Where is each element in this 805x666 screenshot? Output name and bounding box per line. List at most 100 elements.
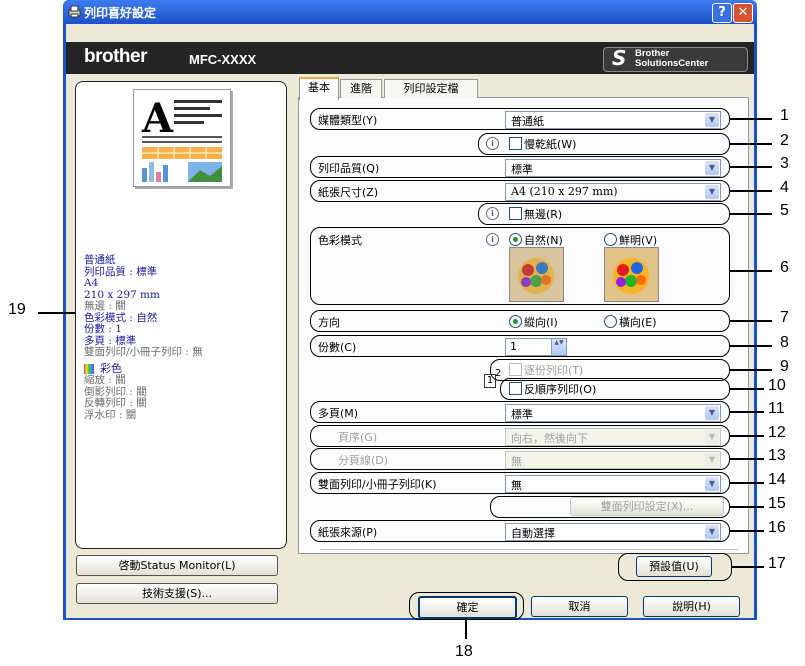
media-type-label: 媒體類型(Y) (318, 114, 378, 127)
help-button[interactable]: 說明(H) (643, 596, 740, 617)
chevron-down-icon: ▼ (705, 161, 719, 175)
callout-line-4 (729, 190, 772, 192)
page-preview: A (133, 89, 231, 187)
color-label: 彩色 (100, 362, 122, 375)
collate-label: 逐份列印(T) (524, 364, 584, 377)
paper-size-select[interactable]: A4 (210 x 297 mm) ▼ (505, 183, 721, 201)
callout-line-18 (465, 618, 467, 639)
callout-line-10 (729, 388, 764, 390)
callout-11: 11 (768, 400, 785, 417)
info-icon[interactable]: i (486, 137, 499, 150)
separator (320, 549, 738, 550)
close-button[interactable]: ✕ (733, 3, 753, 23)
reverse-order-checkbox[interactable] (509, 382, 522, 395)
callout-4: 4 (780, 179, 789, 196)
borderless-label: 無邊(R) (524, 208, 563, 221)
callout-2: 2 (780, 132, 789, 149)
tech-support-button[interactable]: 技術支援(S)... (76, 583, 278, 604)
status-monitor-button[interactable]: 啓動Status Monitor(L) (76, 555, 278, 576)
chevron-down-icon: ▼ (705, 477, 719, 491)
callout-line-6 (729, 270, 772, 272)
color-natural-label: 自然(N) (524, 234, 563, 247)
window-title: 列印喜好設定 (84, 6, 157, 20)
callout-7: 7 (780, 309, 789, 326)
callout-10: 10 (768, 377, 786, 394)
paper-source-select[interactable]: 自動選擇 ▼ (505, 523, 721, 541)
tab-print-profiles[interactable]: 列印設定檔 (384, 79, 478, 98)
callout-line-11 (729, 411, 764, 413)
duplex-settings-button[interactable]: 雙面列印設定(X)... (570, 497, 724, 516)
default-button[interactable]: 預設值(U) (636, 556, 712, 577)
model-name: MFC-XXXX (189, 52, 257, 67)
callout-8: 8 (780, 334, 789, 351)
solutions-center-icon: S (612, 46, 627, 70)
callout-line-19 (38, 312, 75, 314)
page-order-select[interactable]: 向右，然後向下 ▼ (505, 428, 721, 446)
svg-text:A: A (141, 95, 174, 142)
brother-logo: brother (84, 46, 148, 67)
callout-12: 12 (768, 424, 786, 441)
callout-line-16 (729, 530, 764, 532)
callout-line-3 (729, 166, 772, 168)
borderless-checkbox[interactable] (509, 207, 522, 220)
chevron-down-icon: ▼ (705, 430, 719, 444)
ok-button[interactable]: 確定 (418, 596, 517, 619)
printer-icon (68, 5, 81, 18)
copies-label: 份數(C) (318, 341, 357, 354)
copies-input[interactable]: 1 (505, 338, 552, 356)
info-icon[interactable]: i (486, 233, 499, 246)
callout-line-12 (729, 435, 764, 437)
border-line-select[interactable]: 無 ▼ (505, 451, 721, 469)
callout-18: 18 (455, 643, 473, 660)
callout-line-13 (729, 458, 764, 460)
callout-17: 17 (768, 555, 786, 572)
callout-line-15 (729, 506, 764, 508)
landscape-label: 橫向(E) (619, 316, 657, 329)
callout-line-17 (731, 566, 764, 568)
duplex-label: 雙面列印/小冊子列印(K) (318, 478, 437, 491)
callout-line-2 (729, 143, 772, 145)
callout-5: 5 (780, 202, 789, 219)
vivid-sample-image (604, 247, 659, 302)
callout-6: 6 (780, 259, 789, 276)
color-mode-label: 色彩模式 (318, 234, 362, 247)
callout-3: 3 (780, 155, 789, 172)
solutions-center-label: Brother SolutionsCenter (635, 48, 709, 69)
portrait-radio[interactable] (509, 315, 522, 328)
landscape-radio[interactable] (604, 315, 617, 328)
slow-dry-checkbox[interactable] (509, 137, 522, 150)
help-title-button[interactable]: ? (712, 3, 732, 23)
color-vivid-label: 鮮明(V) (619, 234, 658, 247)
paper-source-label: 紙張來源(P) (318, 526, 378, 539)
orientation-label: 方向 (318, 316, 340, 329)
page-order-label: 頁序(G) (338, 431, 378, 444)
reverse-order-label: 反順序列印(O) (524, 383, 597, 396)
callout-1: 1 (780, 107, 789, 124)
tab-advanced[interactable]: 進階 (340, 79, 382, 98)
duplex-select[interactable]: 無 ▼ (505, 475, 721, 493)
chevron-down-icon: ▼ (705, 406, 719, 420)
multiple-page-select[interactable]: 標準 ▼ (505, 404, 721, 422)
callout-16: 16 (768, 519, 786, 536)
cancel-button[interactable]: 取消 (531, 596, 628, 617)
paper-size-label: 紙張尺寸(Z) (318, 186, 379, 199)
media-type-select[interactable]: 普通紙 ▼ (505, 111, 721, 129)
copies-spinner[interactable]: ▲▼ (551, 338, 567, 356)
multiple-page-label: 多頁(M) (318, 407, 359, 420)
collate-checkbox[interactable] (509, 363, 522, 376)
callout-line-14 (729, 482, 764, 484)
callout-line-9 (729, 369, 772, 371)
callout-line-1 (729, 118, 772, 120)
callout-15: 15 (768, 495, 786, 512)
print-quality-select[interactable]: 標準 ▼ (505, 159, 721, 177)
chevron-down-icon: ▼ (705, 453, 719, 467)
color-natural-radio[interactable] (509, 233, 522, 246)
summary-block-1: 普通紙 列印品質 : 標準 A4 210 x 297 mm 無邊 : 關 色彩模式 :… (84, 254, 203, 358)
tab-basic[interactable]: 基本 (299, 77, 339, 100)
natural-sample-image (509, 247, 564, 302)
slow-dry-label: 慢乾紙(W) (524, 138, 577, 151)
summary-block-2: 縮放 : 關倒影列印 : 關反轉列印 : 關浮水印 : 關 (84, 374, 147, 421)
title-bar (63, 0, 757, 24)
info-icon[interactable]: i (486, 207, 499, 220)
color-vivid-radio[interactable] (604, 233, 617, 246)
